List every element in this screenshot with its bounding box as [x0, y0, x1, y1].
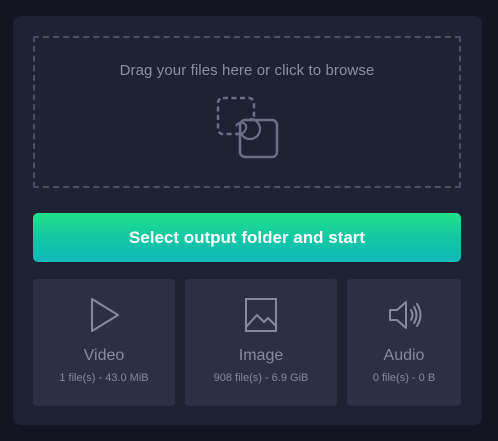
category-video[interactable]: Video 1 file(s) - 43.0 MiB: [33, 279, 175, 406]
file-dropzone[interactable]: Drag your files here or click to browse: [33, 36, 461, 188]
category-info: 908 file(s) - 6.9 GiB: [213, 372, 309, 384]
category-info: 0 file(s) - 0 B: [372, 372, 436, 384]
category-title: Image: [238, 347, 284, 364]
play-icon: [91, 298, 119, 332]
drag-drop-icon: [216, 96, 279, 159]
category-title: Audio: [383, 347, 425, 364]
speaker-icon: [389, 301, 422, 329]
category-audio[interactable]: Audio 0 file(s) - 0 B: [347, 279, 461, 406]
category-info: 1 file(s) - 43.0 MiB: [59, 372, 149, 384]
category-image[interactable]: Image 908 file(s) - 6.9 GiB: [185, 279, 337, 406]
select-output-folder-button[interactable]: Select output folder and start: [33, 213, 461, 262]
converter-panel: Drag your files here or click to browse …: [13, 16, 482, 425]
image-icon: [245, 298, 277, 332]
dropzone-label: Drag your files here or click to browse: [119, 62, 375, 79]
category-title: Video: [83, 347, 125, 364]
